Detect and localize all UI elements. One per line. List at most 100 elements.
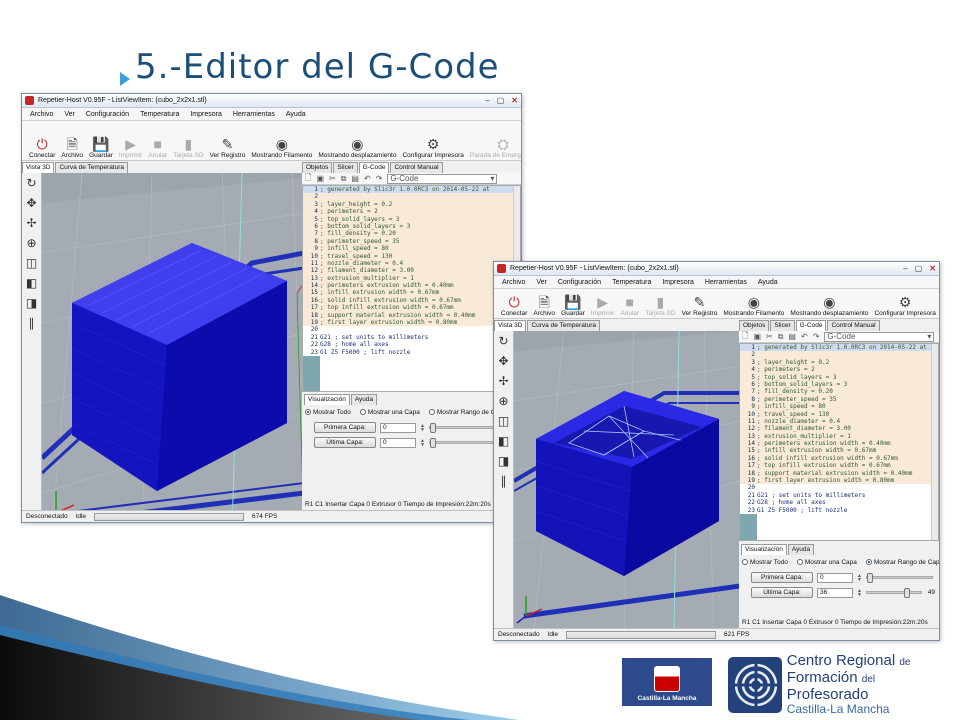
toolbar-button[interactable]: ■ Anular: [617, 291, 642, 317]
3d-viewport[interactable]: [514, 331, 739, 628]
tab-left[interactable]: Vista 3D: [22, 162, 55, 173]
menu-item[interactable]: Ver: [64, 111, 75, 118]
first-layer-slider[interactable]: [865, 573, 933, 583]
undo-icon[interactable]: ↶: [801, 332, 808, 341]
tab-left[interactable]: Vista 3D: [494, 320, 527, 331]
tab-right[interactable]: Control Manual: [827, 320, 880, 331]
layer-mode-radio[interactable]: Mostrar Todo: [305, 409, 351, 416]
toolbar-button[interactable]: ▮ Tarjeta SD: [642, 291, 678, 317]
tab-visualization[interactable]: Ayuda: [787, 544, 815, 555]
new-icon[interactable]: 🗋: [742, 330, 748, 344]
menu-item[interactable]: Configuración: [86, 111, 129, 118]
toolbar-button[interactable]: ▮ Tarjeta SD: [170, 123, 206, 159]
editor-select[interactable]: G-Code ▾: [387, 173, 498, 184]
last-layer-input[interactable]: 36: [817, 587, 853, 598]
redo-icon[interactable]: ↷: [376, 174, 383, 183]
tab-visualization[interactable]: Visualización: [741, 544, 787, 555]
view-side-icon[interactable]: ◧: [498, 434, 509, 449]
title-bar[interactable]: Repetier-Host V0.95F - ListViewItem: {cu…: [22, 94, 521, 108]
3d-viewport[interactable]: [42, 173, 302, 510]
toolbar-button[interactable]: ⏻ Conectar: [26, 123, 58, 159]
pan-icon[interactable]: ✢: [26, 216, 36, 231]
gcode-editor[interactable]: 1; generated by Slic3r 1.0.0RC3 on 2014-…: [739, 343, 939, 541]
tab-right[interactable]: Slicer: [770, 320, 795, 331]
tab-visualization[interactable]: Visualización: [304, 394, 350, 405]
copy-icon[interactable]: ⧉: [341, 174, 347, 184]
first-layer-spinner[interactable]: ▲ ▼: [420, 423, 425, 432]
menu-item[interactable]: Archivo: [30, 111, 53, 118]
move-icon[interactable]: ✥: [498, 354, 508, 369]
first-layer-spinner[interactable]: ▲ ▼: [857, 573, 862, 582]
title-bar[interactable]: Repetier-Host V0.95F - ListViewItem: {cu…: [494, 262, 939, 276]
redo-icon[interactable]: ↷: [813, 332, 820, 341]
toolbar-button[interactable]: 🗎 Archivo: [530, 291, 558, 317]
tab-visualization[interactable]: Ayuda: [350, 394, 378, 405]
layer-mode-radio[interactable]: Mostrar Todo: [742, 559, 788, 566]
toolbar-button[interactable]: ◉ Mostrando Filamento: [720, 291, 787, 317]
minimize-button[interactable]: –: [485, 96, 489, 105]
menu-item[interactable]: Ver: [536, 279, 547, 286]
copy-icon[interactable]: ⧉: [778, 332, 784, 342]
view-top-icon[interactable]: ◨: [498, 454, 509, 469]
rotate-icon[interactable]: ↻: [26, 176, 36, 191]
tab-right[interactable]: G-Code: [795, 320, 827, 331]
rotate-icon[interactable]: ↻: [498, 334, 508, 349]
tab-right[interactable]: G-Code: [358, 162, 390, 173]
menu-item[interactable]: Temperatura: [612, 279, 651, 286]
maximize-button[interactable]: ▢: [915, 264, 923, 273]
menu-item[interactable]: Ayuda: [286, 111, 306, 118]
toolbar-button[interactable]: ■ Anular: [145, 123, 170, 159]
last-layer-slider[interactable]: [865, 588, 922, 598]
toolbar-button[interactable]: ◉ Mostrando desplazamiento: [315, 123, 399, 159]
toolbar-button[interactable]: 💾 Guardar: [86, 123, 116, 159]
toolbar-button[interactable]: 💾 Guardar: [558, 291, 588, 317]
first-layer-button[interactable]: Primera Capa:: [751, 572, 813, 583]
zoom-icon[interactable]: ⊕: [26, 236, 36, 251]
tab-right[interactable]: Slicer: [333, 162, 358, 173]
toolbar-button[interactable]: ◉ Mostrando desplazamiento: [787, 291, 871, 317]
toolbar-button[interactable]: ⛭Parada de Emergencia: [467, 123, 521, 159]
view-front-icon[interactable]: ◫: [498, 414, 509, 429]
paste-icon[interactable]: ▤: [788, 332, 796, 341]
tab-right[interactable]: Control Manual: [390, 162, 443, 173]
last-layer-button[interactable]: Última Capa:: [751, 587, 813, 598]
toolbar-button[interactable]: ▶ Imprimir: [116, 123, 145, 159]
menu-item[interactable]: Ayuda: [758, 279, 778, 286]
close-button[interactable]: ✕: [929, 264, 936, 273]
toolbar-button[interactable]: ◉ Mostrando Filamento: [248, 123, 315, 159]
view-top-icon[interactable]: ◨: [26, 296, 37, 311]
editor-select[interactable]: G-Code ▾: [824, 331, 935, 342]
save-icon[interactable]: ▣: [316, 174, 324, 183]
menu-item[interactable]: Herramientas: [705, 279, 747, 286]
undo-icon[interactable]: ↶: [364, 174, 371, 183]
view-side-icon[interactable]: ◧: [26, 276, 37, 291]
first-layer-input[interactable]: 0: [817, 572, 853, 583]
maximize-button[interactable]: ▢: [497, 96, 505, 105]
view-front-icon[interactable]: ◫: [26, 256, 37, 271]
toolbar-button[interactable]: ▶ Imprimir: [588, 291, 617, 317]
menu-item[interactable]: Impresora: [662, 279, 694, 286]
parallel-icon[interactable]: ∥: [29, 316, 35, 331]
menu-item[interactable]: Impresora: [190, 111, 222, 118]
toolbar-button[interactable]: 🗎 Archivo: [58, 123, 86, 159]
menu-item[interactable]: Configuración: [558, 279, 601, 286]
toolbar-button[interactable]: ⛭Parada de Emergencia: [939, 291, 940, 317]
new-icon[interactable]: 🗋: [305, 172, 311, 186]
save-icon[interactable]: ▣: [753, 332, 761, 341]
menu-item[interactable]: Temperatura: [140, 111, 179, 118]
last-layer-input[interactable]: 0: [380, 437, 416, 448]
gcode-editor[interactable]: 1; generated by Slic3r 1.0.0RC3 on 2014-…: [302, 185, 521, 392]
layer-mode-radio[interactable]: Mostrar Rango de Capas: [865, 559, 939, 566]
cut-icon[interactable]: ✂: [329, 174, 336, 183]
menu-item[interactable]: Archivo: [502, 279, 525, 286]
parallel-icon[interactable]: ∥: [501, 474, 507, 489]
zoom-icon[interactable]: ⊕: [498, 394, 508, 409]
toolbar-button[interactable]: ⚙ Configurar Impresora: [871, 291, 938, 317]
editor-scrollbar[interactable]: [931, 344, 938, 540]
toolbar-button[interactable]: ✎ Ver Registro: [207, 123, 249, 159]
move-icon[interactable]: ✥: [26, 196, 36, 211]
last-layer-spinner[interactable]: ▲ ▼: [420, 438, 425, 447]
toolbar-button[interactable]: ⚙ Configurar Impresora: [399, 123, 466, 159]
last-layer-spinner[interactable]: ▲ ▼: [857, 588, 862, 597]
pan-icon[interactable]: ✢: [498, 374, 508, 389]
